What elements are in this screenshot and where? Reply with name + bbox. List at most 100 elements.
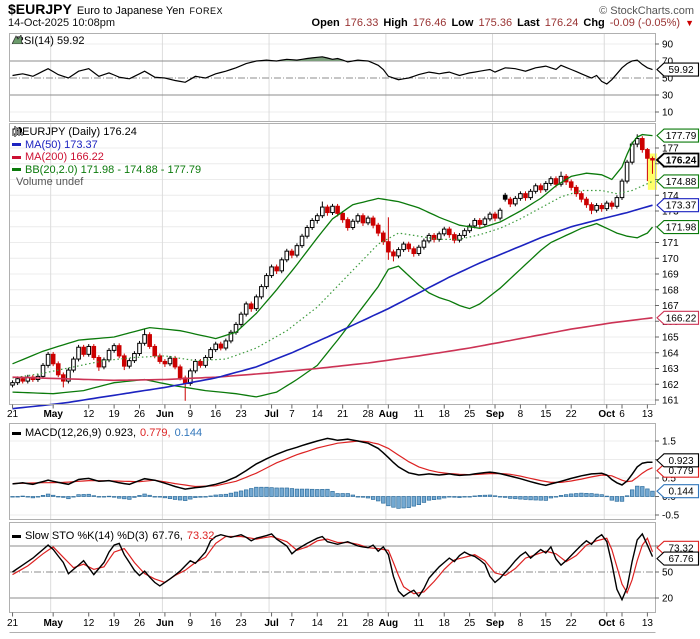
- macd-hist-bar: [122, 497, 126, 499]
- x-tick-label: 19: [109, 409, 121, 420]
- rsi-panel: 907050301059.92: [10, 34, 699, 122]
- candle-body: [442, 229, 446, 234]
- y-tick-label: 1.5: [662, 437, 676, 448]
- candle-body: [351, 221, 355, 227]
- candle-body: [437, 234, 441, 240]
- candle-body: [300, 236, 304, 245]
- candle-body: [46, 354, 50, 365]
- macd-hist-bar: [580, 493, 584, 496]
- candle-body: [397, 250, 401, 256]
- macd-hist-bar: [285, 488, 289, 497]
- x-tick-label: 11: [414, 409, 425, 420]
- candle-body: [321, 207, 325, 216]
- macd-hist-bar: [188, 497, 192, 500]
- macd-hist-bar: [21, 496, 25, 497]
- candle-body: [356, 216, 360, 222]
- x-tick-label: 11: [414, 618, 425, 629]
- axis-value-text: 166.22: [666, 313, 697, 324]
- macd-hist-bar: [280, 488, 284, 497]
- macd-hist-bar: [346, 494, 350, 497]
- macd-hist-bar: [209, 496, 213, 497]
- candle-body: [275, 267, 279, 271]
- x-tick-label: 12: [83, 618, 95, 629]
- price-legend-title-row: $EURJPY (Daily) 176.24: [12, 126, 201, 139]
- candle-body: [148, 335, 152, 347]
- macd-hist-bar: [31, 497, 35, 498]
- candle-body: [620, 181, 624, 198]
- macd-hist-bar: [77, 495, 81, 497]
- macd-hist-bar: [173, 497, 177, 500]
- x-tick-label: 14: [312, 618, 324, 629]
- macd-hist-bar: [321, 489, 325, 496]
- macd-hist-bar: [351, 495, 355, 496]
- x-tick-label: 22: [566, 618, 578, 629]
- macd-hist-bar: [310, 489, 314, 496]
- x-axis-row: 21May121926Jun91623Jul7142128Aug111825Se…: [7, 613, 653, 630]
- macd-hist-bar: [427, 497, 431, 501]
- candle-body: [265, 276, 269, 287]
- macd-histogram: [11, 486, 655, 508]
- x-tick-label: 19: [109, 618, 121, 629]
- ma-50--line: [13, 205, 653, 409]
- candle-body: [117, 346, 121, 356]
- macd-hist-bar: [97, 497, 101, 498]
- macd-hist-bar: [290, 489, 294, 497]
- candle-body: [376, 225, 380, 233]
- macd-hist-bar: [473, 496, 477, 497]
- macd-hist-bar: [412, 497, 416, 507]
- x-tick-label: Oct: [598, 618, 615, 629]
- candle-body: [244, 304, 248, 314]
- x-tick-label: 16: [210, 409, 222, 420]
- candle-body: [651, 159, 655, 160]
- x-tick-label: 9: [188, 409, 194, 420]
- macd-hist-bar: [214, 495, 218, 496]
- macd-hist-bar: [376, 497, 380, 501]
- sto-line-icon: [12, 535, 21, 538]
- ma200-line-icon: [12, 156, 21, 159]
- y-tick-label: 161: [662, 396, 679, 407]
- macd-hist-bar: [610, 497, 614, 501]
- macd-hist-bar: [138, 495, 142, 496]
- macd-hist-bar: [153, 497, 157, 498]
- candle-body: [341, 213, 345, 219]
- macd-hist-bar: [488, 495, 492, 496]
- chg-value: -0.09 (-0.05%): [610, 17, 680, 29]
- x-tick-label: Jul: [264, 618, 279, 629]
- candle-body: [290, 251, 294, 255]
- macd-hist-bar: [468, 497, 472, 498]
- macd-hist-bar: [366, 497, 370, 498]
- candle-body: [112, 346, 116, 351]
- macd-hist-bar: [102, 497, 106, 498]
- macd-hist-bar: [554, 497, 558, 498]
- macd-hist-bar: [62, 497, 66, 498]
- macd-hist-bar: [234, 492, 238, 496]
- candle-body: [224, 341, 228, 348]
- x-tick-label: 6: [619, 618, 625, 629]
- x-tick-label: 23: [236, 618, 248, 629]
- macd-hist-bar: [143, 494, 147, 496]
- candle-body: [407, 244, 411, 249]
- macd-hist-bar: [529, 497, 533, 500]
- bb-20-2-0-lower-line: [13, 224, 653, 397]
- axis-value-text: 67.76: [668, 554, 693, 565]
- candle-body: [371, 218, 375, 225]
- candle-body: [615, 198, 619, 207]
- macd-hist-bar: [646, 489, 650, 497]
- macd-hist-bar: [249, 489, 253, 497]
- quote-header: 14-Oct-2025 10:08pm Open 176.33 High 176…: [8, 17, 694, 29]
- symbol: $EURJPY: [8, 1, 72, 17]
- chart-canvas[interactable]: 907050301059.921771761751741731721711701…: [0, 0, 700, 639]
- macd-hist-bar: [514, 497, 518, 499]
- macd-hist-bar: [41, 495, 45, 496]
- x-tick-label: 21: [7, 618, 19, 629]
- candle-body: [163, 361, 167, 363]
- candle-body: [199, 361, 203, 365]
- candle-body: [204, 357, 208, 365]
- high-value: 176.46: [413, 17, 447, 29]
- low-value: 175.36: [478, 17, 512, 29]
- datetime: 14-Oct-2025 10:08pm: [8, 17, 115, 29]
- macd-hist-bar: [244, 490, 248, 497]
- candle-body: [402, 244, 406, 250]
- candle-body: [138, 343, 142, 353]
- last-value: 176.24: [545, 17, 579, 29]
